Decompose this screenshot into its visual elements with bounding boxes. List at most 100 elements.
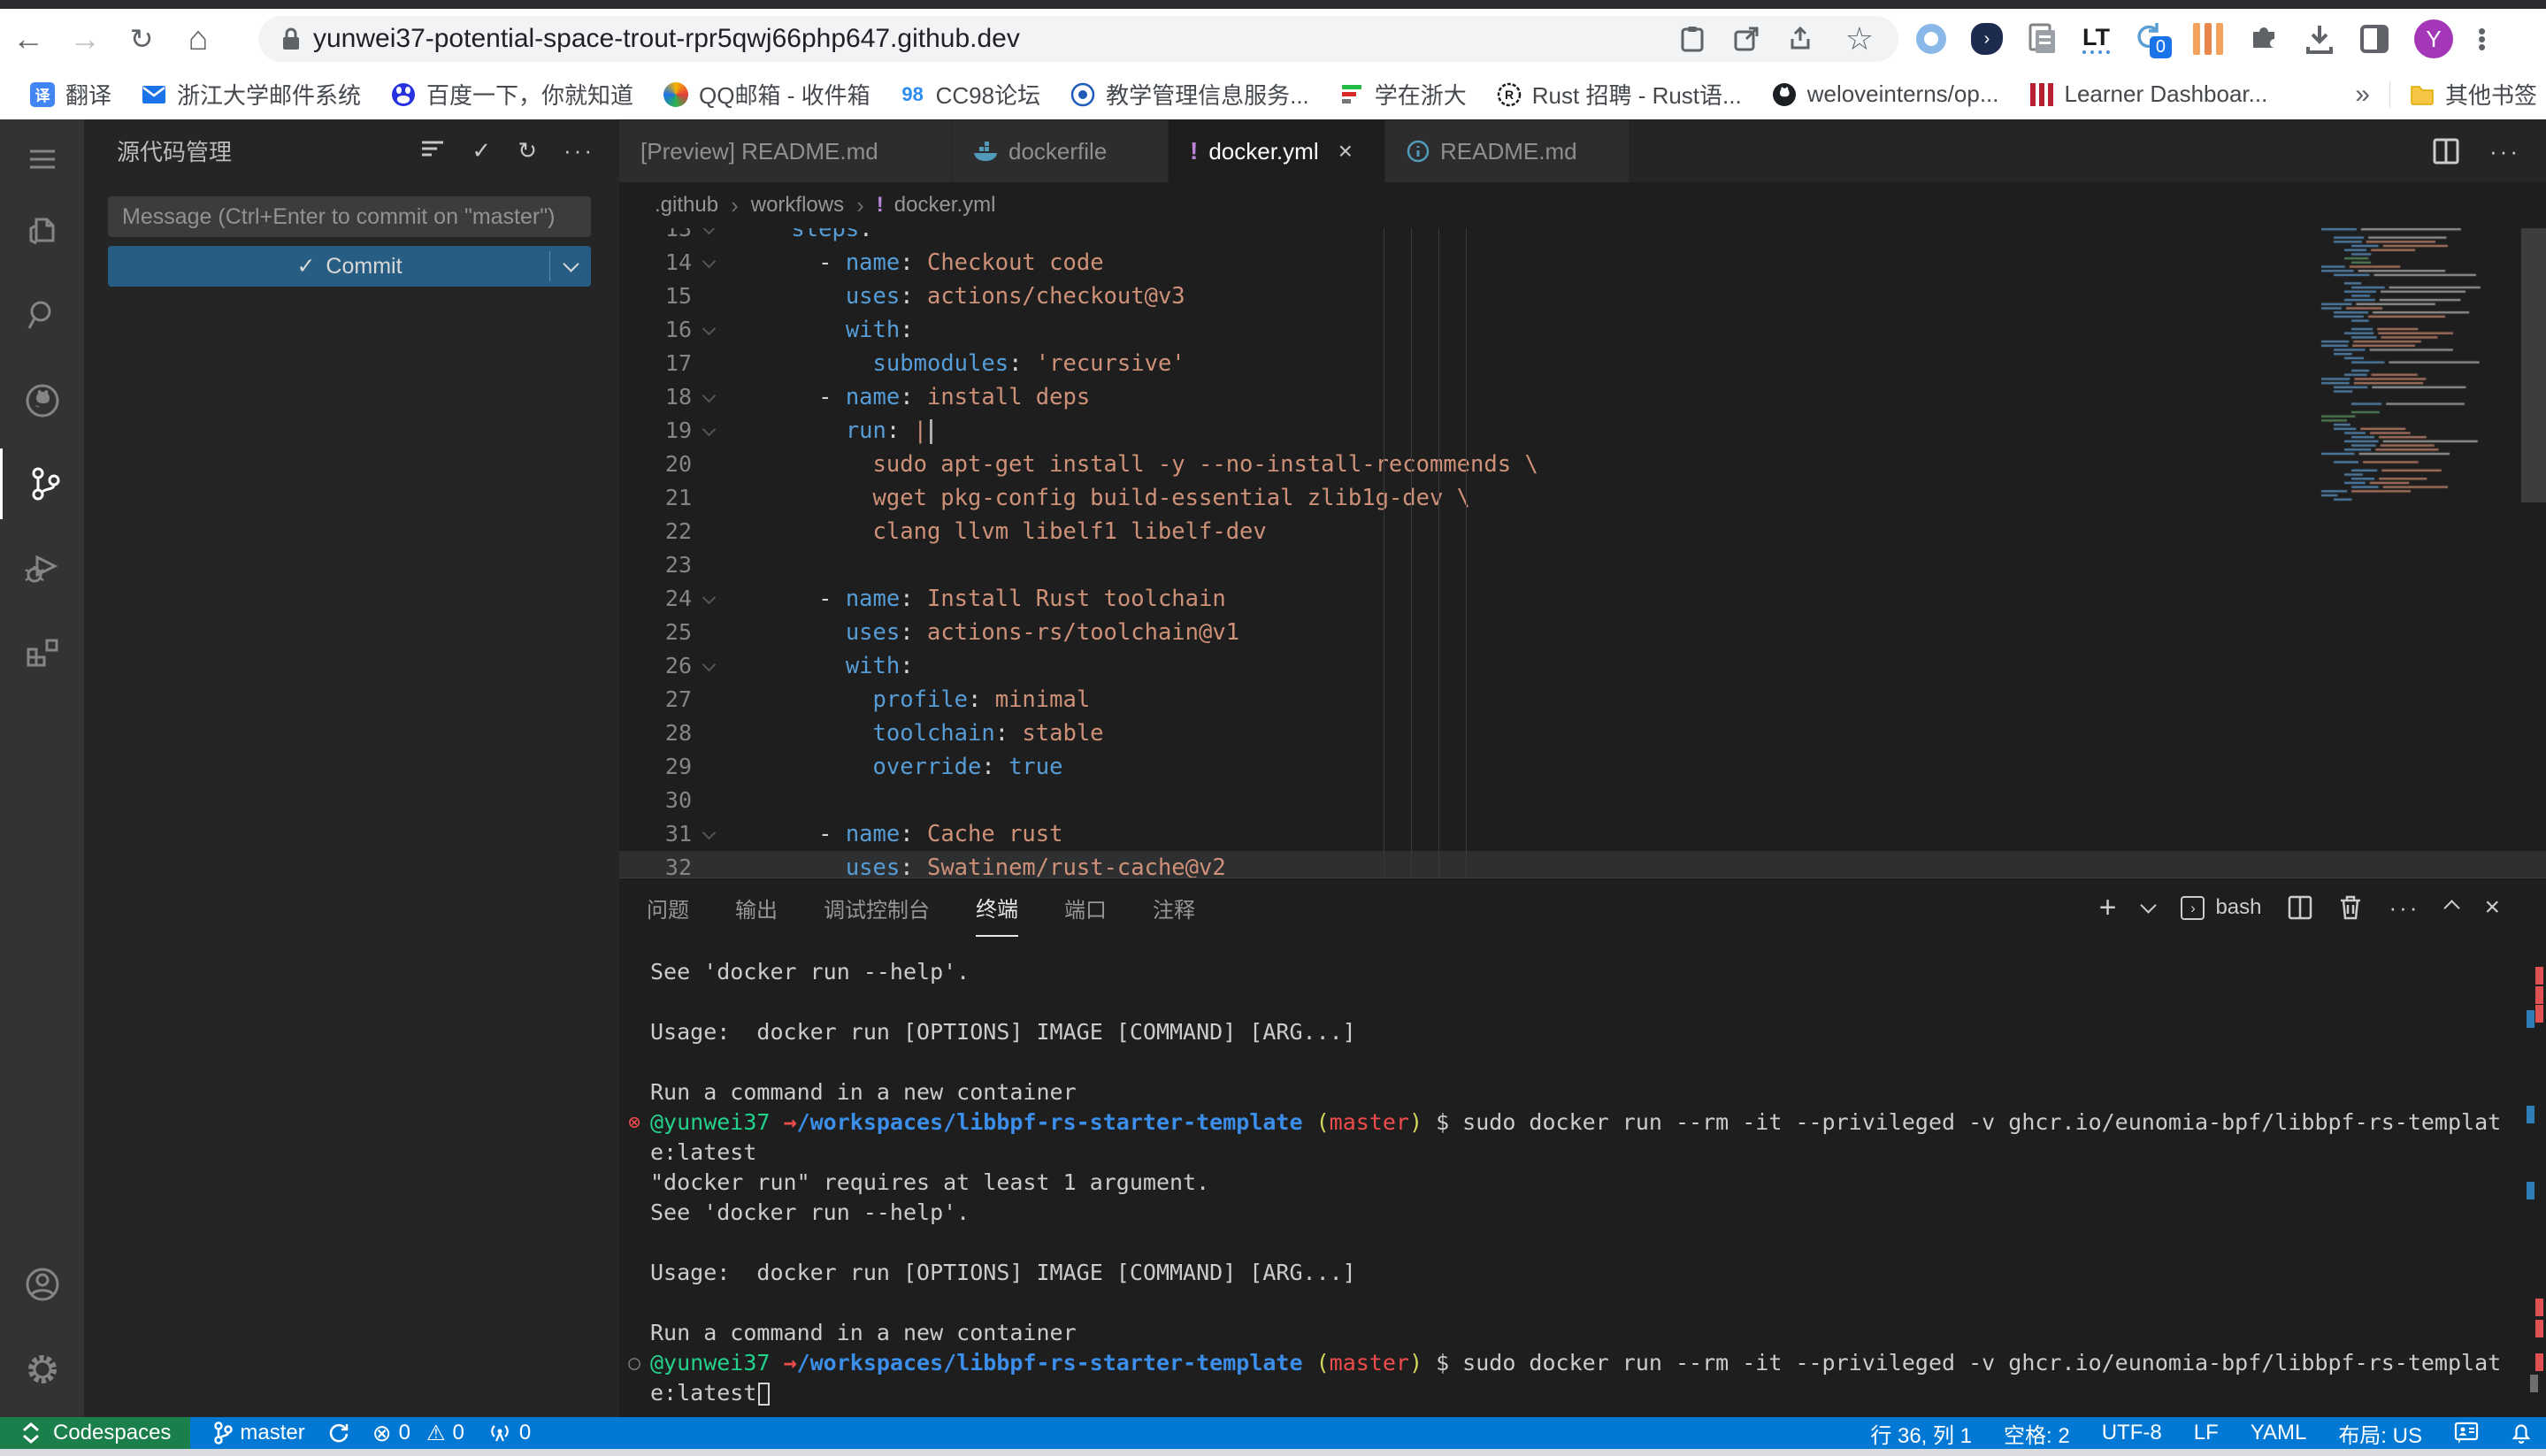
code-line[interactable]: 20 sudo apt-get install -y --no-install-… [619,448,2546,481]
bookmark-item[interactable]: 学在浙大 [1339,78,1467,111]
panel-tab-注释[interactable]: 注释 [1153,880,1195,936]
tab-readme[interactable]: README.md [1385,120,1630,182]
fold-chevron-icon[interactable] [702,228,717,234]
forward-icon[interactable]: → [57,20,113,57]
code-line[interactable]: 19 run: | [619,414,2546,448]
split-terminal-icon[interactable] [2288,895,2312,920]
feedback-icon[interactable] [2454,1422,2479,1445]
sidebar-item-explorer[interactable] [0,195,84,266]
bookmark-star-icon[interactable]: ☆ [1845,26,1874,52]
panel-more-actions-icon[interactable]: ··· [2389,894,2419,922]
refresh-icon[interactable]: ↻ [518,137,537,165]
code-line[interactable]: 15 uses: actions/checkout@v3 [619,280,2546,313]
bookmark-item[interactable]: 百度一下，你就知道 [391,78,633,111]
sidebar-item-github[interactable] [0,365,84,436]
notifications-bell-icon[interactable] [2511,1422,2532,1445]
clipboard-icon[interactable] [1681,26,1704,52]
extension-shield-icon[interactable]: › [1971,23,2003,55]
extension-library-icon[interactable] [2193,23,2223,55]
cursor-position[interactable]: 行 36, 列 1 [1870,1418,1972,1449]
bookmark-item[interactable]: 浙江大学邮件系统 [142,78,361,111]
terminal-output[interactable]: See 'docker run --help'.Usage: docker ru… [619,937,2546,1414]
breadcrumb-workflows[interactable]: workflows [751,193,844,218]
code-line[interactable]: 31 - name: Cache rust [619,817,2546,851]
encoding-setting[interactable]: UTF-8 [2102,1421,2162,1445]
extension-sync-icon[interactable]: 0 [2135,21,2168,57]
panel-tab-端口[interactable]: 端口 [1064,880,1107,936]
code-editor[interactable]: 13 steps:14 - name: Checkout code15 uses… [619,228,2546,877]
minimap[interactable] [2316,226,2519,518]
split-editor-icon[interactable] [2433,138,2459,165]
open-in-new-icon[interactable] [1734,27,1759,51]
fold-chevron-icon[interactable] [702,389,717,403]
back-icon[interactable]: ← [0,20,57,57]
view-sort-icon[interactable] [420,140,445,161]
code-line[interactable]: 16 with: [619,313,2546,347]
commit-button[interactable]: ✓ Commit [108,246,591,287]
remote-indicator[interactable]: Codespaces [0,1417,190,1449]
tab-docker-yml[interactable]: ! docker.yml × [1169,120,1385,182]
extension-languagetool-icon[interactable]: LT [2082,24,2110,54]
code-line[interactable]: 24 - name: Install Rust toolchain [619,582,2546,616]
account-icon[interactable] [0,1249,84,1320]
indentation-setting[interactable]: 空格: 2 [2004,1418,2070,1449]
code-line[interactable]: 23 [619,548,2546,582]
code-line[interactable]: 14 - name: Checkout code [619,246,2546,280]
bookmark-item[interactable]: 98CC98论坛 [901,78,1040,111]
sidebar-item-source-control[interactable] [0,448,87,519]
code-line[interactable]: 27 profile: minimal [619,683,2546,717]
sidebar-toggle-icon[interactable] [2359,24,2389,54]
more-actions-icon[interactable]: ··· [564,137,594,165]
code-line[interactable]: 18 - name: install deps [619,380,2546,414]
code-line[interactable]: 17 submodules: 'recursive' [619,347,2546,380]
terminal-shell-item[interactable]: › bash [2181,895,2261,920]
close-panel-icon[interactable]: × [2484,893,2500,923]
commit-check-icon[interactable]: ✓ [472,137,491,165]
bookmark-item[interactable]: weloveinterns/op... [1772,80,1999,108]
bookmark-item[interactable]: 译翻译 [30,78,111,111]
browser-menu-icon[interactable]: ••• [2478,27,2486,51]
breadcrumb-github[interactable]: .github [655,193,718,218]
code-line[interactable]: 30 [619,784,2546,817]
home-icon[interactable]: ⌂ [170,20,226,58]
panel-tab-问题[interactable]: 问题 [647,880,689,936]
sidebar-item-search[interactable] [0,280,84,350]
fold-chevron-icon[interactable] [702,591,717,605]
terminal-dropdown-icon[interactable] [2141,897,2157,913]
extension-donut-icon[interactable] [1916,24,1946,54]
ports-indicator[interactable]: 0 [487,1421,531,1445]
fold-chevron-icon[interactable] [702,423,717,437]
eol-setting[interactable]: LF [2194,1421,2219,1445]
editor-more-actions-icon[interactable]: ··· [2489,138,2520,165]
fold-chevron-icon[interactable] [702,826,717,840]
menu-hamburger-icon[interactable] [0,124,84,195]
maximize-panel-icon[interactable] [2444,900,2460,916]
fold-chevron-icon[interactable] [702,658,717,672]
code-line[interactable]: 28 toolchain: stable [619,717,2546,750]
tab-dockerfile[interactable]: dockerfile [952,120,1169,182]
code-line[interactable]: 29 override: true [619,750,2546,784]
new-terminal-icon[interactable]: + [2099,891,2117,925]
refresh-icon[interactable]: ↻ [113,22,170,56]
keyboard-layout[interactable]: 布局: US [2338,1418,2422,1449]
bookmark-item[interactable]: 教学管理信息服务... [1070,78,1309,111]
sidebar-item-run-debug[interactable] [0,533,84,603]
share-icon[interactable] [1789,27,1815,51]
extensions-puzzle-icon[interactable] [2248,23,2280,55]
fold-chevron-icon[interactable] [702,255,717,269]
breadcrumb[interactable]: .github › workflows › ! docker.yml [619,182,2546,228]
sync-indicator[interactable] [328,1422,349,1444]
browser-profile-avatar[interactable]: Y [2414,19,2453,58]
code-line[interactable]: 25 uses: actions-rs/toolchain@v1 [619,616,2546,649]
kill-terminal-trash-icon[interactable] [2339,894,2362,921]
tab-close-icon[interactable]: × [1338,137,1353,165]
code-line[interactable]: 21 wget pkg-config build-essential zlib1… [619,481,2546,515]
code-line[interactable]: 26 with: [619,649,2546,683]
language-mode[interactable]: YAML [2251,1421,2307,1445]
commit-dropdown-button[interactable] [549,251,591,281]
other-bookmarks-button[interactable]: 其他书签 [2410,78,2537,111]
bookmark-item[interactable]: QQ邮箱 - 收件箱 [663,78,870,111]
address-bar[interactable]: yunwei37-potential-space-trout-rpr5qwj66… [258,16,1898,62]
bookmark-item[interactable]: Learner Dashboar... [2029,80,2268,108]
code-line[interactable]: 13 steps: [619,228,2546,246]
